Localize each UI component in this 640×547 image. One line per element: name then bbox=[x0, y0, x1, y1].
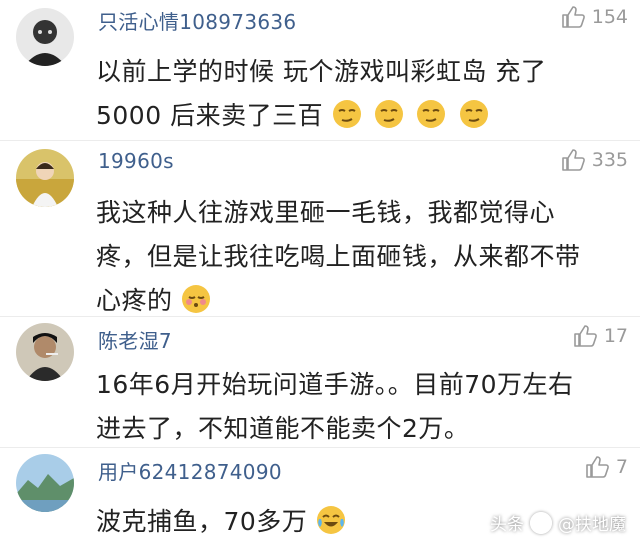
like-count: 7 bbox=[615, 456, 628, 478]
watermark-logo-icon bbox=[530, 511, 552, 534]
watermark: 头条 @扶地魔 bbox=[490, 510, 626, 535]
thumbs-up-icon bbox=[561, 149, 585, 171]
avatar[interactable] bbox=[16, 149, 74, 207]
comment-line: 16年6月开始玩问道手游。。目前70万左右 bbox=[96, 370, 574, 399]
smirk-face-icon bbox=[459, 99, 489, 129]
username[interactable]: 陈老湿7 bbox=[98, 325, 172, 354]
comment-line: 以前上学的时候 玩个游戏叫彩虹岛 充了 bbox=[96, 57, 547, 86]
avatar[interactable] bbox=[16, 8, 74, 66]
comment-text: 我这种人往游戏里砸一毛钱，我都觉得心 疼，但是让我往吃喝上面砸钱，从来都不带 心… bbox=[96, 191, 622, 323]
comment-item: 19960s 335 我这种人往游戏里砸一毛钱，我都觉得心 疼，但是让我往吃喝上… bbox=[0, 141, 640, 316]
username[interactable]: 用户62412874090 bbox=[98, 456, 282, 485]
comment-item: 只活心情108973636 154 以前上学的时候 玩个游戏叫彩虹岛 充了 50… bbox=[0, 0, 640, 140]
like-count: 17 bbox=[603, 325, 628, 347]
like-count: 335 bbox=[591, 149, 628, 171]
like-count: 154 bbox=[591, 6, 628, 28]
watermark-handle: @扶地魔 bbox=[558, 515, 626, 535]
avatar[interactable] bbox=[16, 323, 74, 381]
comment-text: 16年6月开始玩问道手游。。目前70万左右 进去了，不知道能不能卖个2万。 bbox=[96, 363, 622, 451]
comment-line: 5000 后来卖了三百 bbox=[96, 94, 622, 138]
blushing-face-icon bbox=[181, 284, 211, 314]
like-button[interactable]: 7 bbox=[584, 454, 628, 480]
tears-of-joy-icon bbox=[316, 505, 346, 535]
like-button[interactable]: 154 bbox=[560, 4, 628, 30]
like-button[interactable]: 335 bbox=[560, 147, 628, 173]
smirk-face-icon bbox=[332, 99, 362, 129]
thumbs-up-icon bbox=[561, 6, 585, 28]
username[interactable]: 19960s bbox=[98, 149, 174, 173]
avatar[interactable] bbox=[16, 454, 74, 512]
comment-line: 疼，但是让我往吃喝上面砸钱，从来都不带 bbox=[96, 242, 581, 271]
comment-text: 以前上学的时候 玩个游戏叫彩虹岛 充了 5000 后来卖了三百 bbox=[96, 50, 622, 138]
comment-item: 陈老湿7 17 16年6月开始玩问道手游。。目前70万左右 进去了，不知道能不能… bbox=[0, 317, 640, 447]
username[interactable]: 只活心情108973636 bbox=[98, 6, 296, 35]
comment-line: 我这种人往游戏里砸一毛钱，我都觉得心 bbox=[96, 198, 556, 227]
like-button[interactable]: 17 bbox=[572, 323, 628, 349]
thumbs-up-icon bbox=[586, 456, 609, 478]
comment-line: 进去了，不知道能不能卖个2万。 bbox=[96, 414, 470, 443]
smirk-face-icon bbox=[374, 99, 404, 129]
thumbs-up-icon bbox=[574, 325, 597, 347]
watermark-prefix: 头条 bbox=[490, 515, 524, 535]
smirk-face-icon bbox=[416, 99, 446, 129]
